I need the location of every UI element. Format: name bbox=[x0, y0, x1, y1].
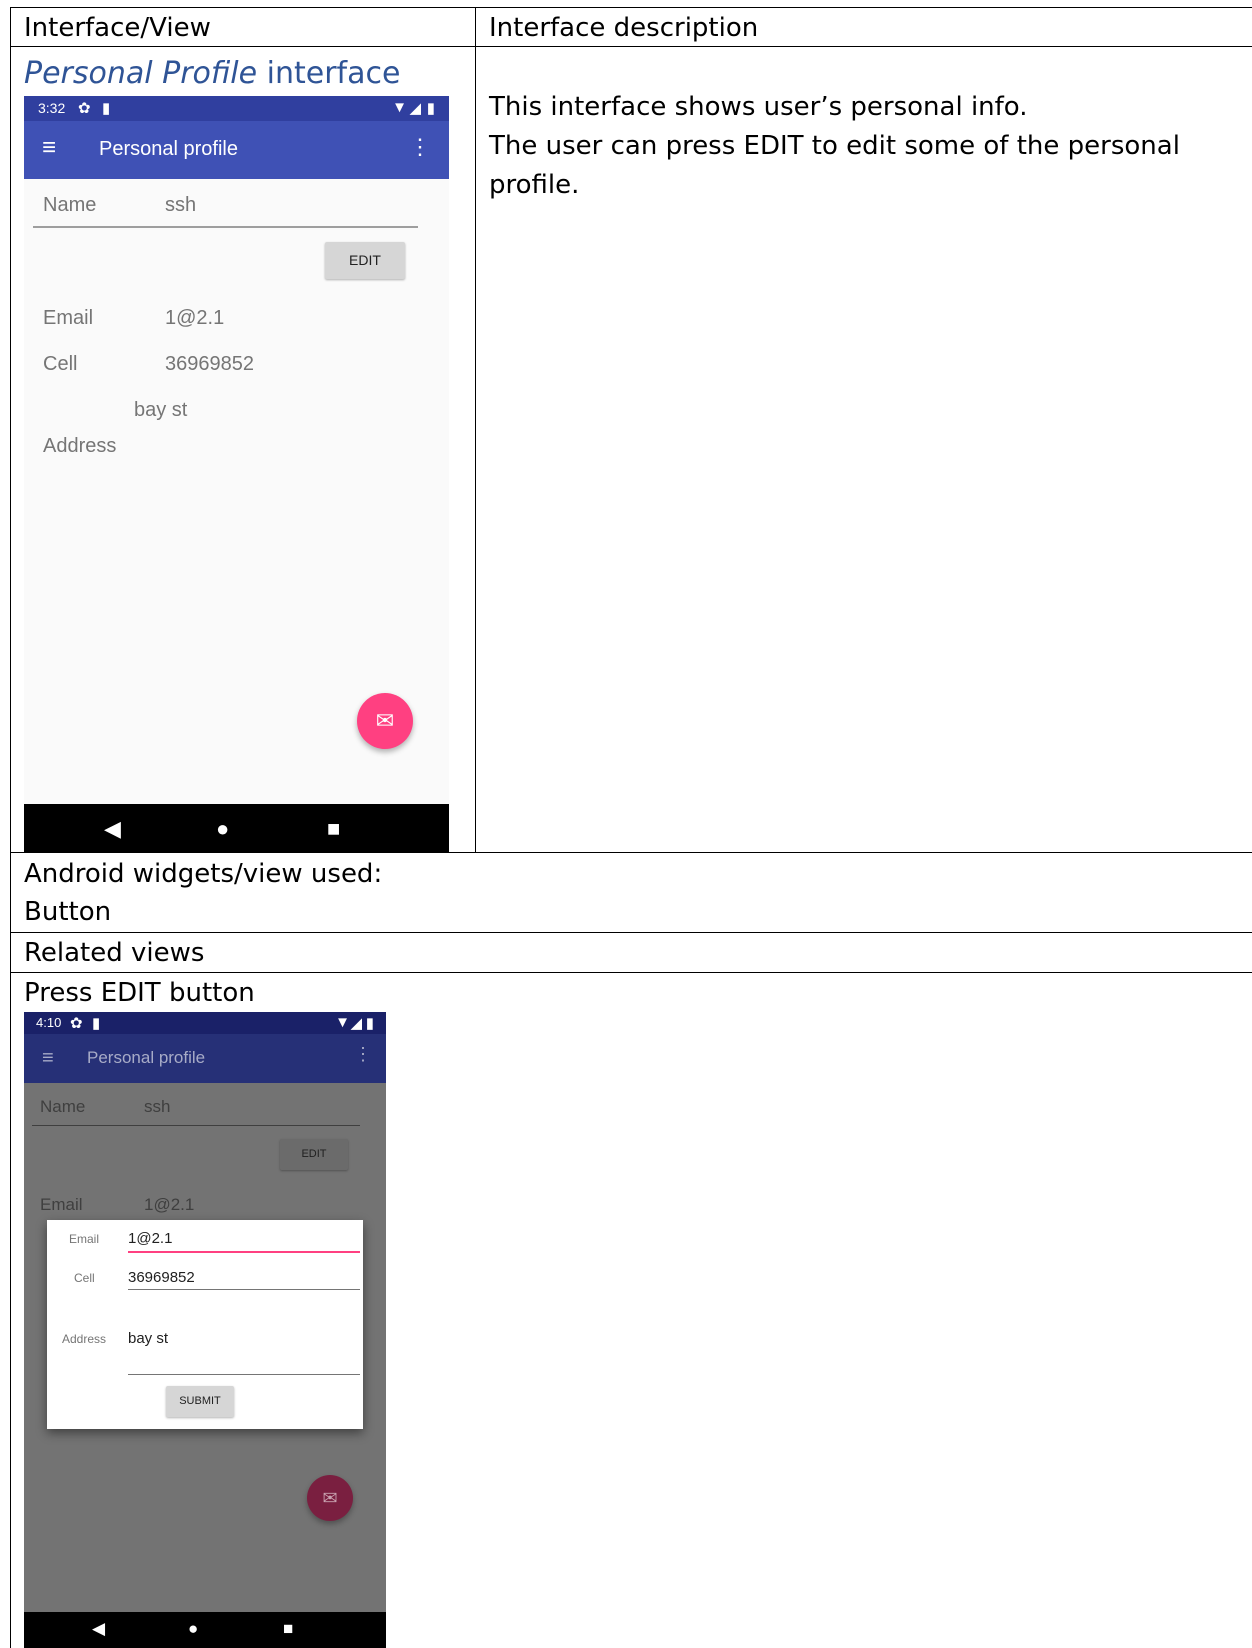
email-value-bg: 1@2.1 bbox=[144, 1195, 195, 1214]
name-underline bbox=[32, 1125, 360, 1126]
app-bar-title: Personal profile bbox=[99, 138, 238, 160]
recents-icon[interactable]: ■ bbox=[283, 1619, 293, 1639]
dialog-email-label: Email bbox=[69, 1232, 100, 1246]
edit-dialog: Email 1@2.1 Cell 36969852 Address bay st… bbox=[47, 1220, 363, 1429]
dialog-address-label: Address bbox=[62, 1332, 107, 1346]
interface-title: Personal Profile interface bbox=[24, 54, 400, 94]
submit-button[interactable]: SUBMIT bbox=[166, 1386, 234, 1417]
screenshot-personal-profile: 3:32 ✿ ▮ ▼ ◢ ▮ ≡ Personal profile ⋮ Name… bbox=[24, 96, 449, 852]
nav-bar: ◀ ● ■ bbox=[24, 804, 449, 852]
interface-title-rest: interface bbox=[257, 56, 401, 91]
home-icon[interactable]: ● bbox=[216, 816, 229, 842]
back-icon[interactable]: ◀ bbox=[104, 816, 121, 842]
widgets-used-value: Button bbox=[24, 897, 112, 927]
battery-icon: ▮ bbox=[365, 1015, 374, 1032]
home-icon[interactable]: ● bbox=[188, 1619, 198, 1639]
menu-icon[interactable]: ≡ bbox=[42, 136, 56, 160]
app-bar: ≡ Personal profile ⋮ bbox=[24, 121, 449, 179]
related-views-label: Related views bbox=[24, 938, 205, 968]
table-border-row2 bbox=[10, 932, 1252, 933]
sd-card-icon: ▮ bbox=[102, 100, 111, 117]
description-line-1: This interface shows user’s personal inf… bbox=[489, 92, 1028, 122]
battery-icon: ▮ bbox=[426, 100, 435, 117]
table-border-left bbox=[10, 7, 11, 1648]
more-vert-icon[interactable]: ⋮ bbox=[354, 1044, 372, 1065]
table-column-divider bbox=[475, 7, 476, 852]
name-value: ssh bbox=[165, 194, 197, 216]
table-border-row3 bbox=[10, 972, 1252, 973]
mail-fab-button[interactable]: ✉ bbox=[357, 693, 413, 749]
cell-value: 36969852 bbox=[165, 353, 254, 375]
nav-bar: ◀ ● ■ bbox=[24, 1612, 386, 1648]
dialog-cell-field[interactable]: 36969852 bbox=[128, 1269, 195, 1286]
status-bar: 4:10 ✿ ▮ ▼ ◢ ▮ bbox=[24, 1012, 386, 1034]
address-label: Address bbox=[43, 435, 117, 457]
cell-label: Cell bbox=[43, 353, 78, 375]
email-label: Email bbox=[43, 307, 94, 329]
interface-title-italic: Personal Profile bbox=[24, 56, 258, 91]
status-bar: 3:32 ✿ ▮ ▼ ◢ ▮ bbox=[24, 96, 449, 121]
related-view-caption: Press EDIT button bbox=[24, 978, 255, 1008]
mail-icon: ✉ bbox=[322, 1488, 338, 1508]
table-border-top bbox=[10, 7, 1252, 8]
status-time: 4:10 bbox=[36, 1015, 62, 1030]
email-field-underline bbox=[128, 1251, 360, 1253]
dialog-address-field[interactable]: bay st bbox=[128, 1330, 168, 1347]
gear-icon: ✿ bbox=[78, 100, 91, 117]
wifi-icon: ▼ bbox=[335, 1014, 350, 1031]
dialog-email-field[interactable]: 1@2.1 bbox=[128, 1230, 172, 1247]
header-interface-view: Interface/View bbox=[24, 13, 211, 43]
interface-description: This interface shows user’s personal inf… bbox=[489, 88, 1229, 205]
status-time: 3:32 bbox=[38, 100, 66, 116]
screenshot-edit-dialog: 4:10 ✿ ▮ ▼ ◢ ▮ ≡ Personal profile ⋮ Name… bbox=[24, 1012, 386, 1648]
email-value: 1@2.1 bbox=[165, 307, 225, 329]
app-bar: ≡ Personal profile ⋮ bbox=[24, 1034, 386, 1083]
gear-icon: ✿ bbox=[70, 1015, 83, 1032]
description-line-2: The user can press EDIT to edit some of … bbox=[489, 131, 1180, 200]
name-value: ssh bbox=[144, 1097, 171, 1116]
mail-icon: ✉ bbox=[375, 708, 395, 733]
table-border-row1 bbox=[10, 852, 1252, 853]
header-interface-description: Interface description bbox=[489, 13, 759, 43]
menu-icon[interactable]: ≡ bbox=[42, 1046, 54, 1070]
edit-button[interactable]: EDIT bbox=[325, 242, 405, 279]
address-field-underline bbox=[128, 1374, 360, 1375]
mail-fab-button[interactable]: ✉ bbox=[307, 1475, 353, 1521]
more-vert-icon[interactable]: ⋮ bbox=[409, 134, 431, 160]
app-bar-title: Personal profile bbox=[87, 1048, 206, 1067]
address-value: bay st bbox=[134, 399, 188, 421]
name-label: Name bbox=[40, 1097, 86, 1116]
widgets-used-label: Android widgets/view used: bbox=[24, 859, 383, 889]
name-label: Name bbox=[43, 194, 97, 216]
wifi-icon: ▼ bbox=[392, 99, 407, 116]
signal-icon: ◢ bbox=[350, 1015, 362, 1032]
recents-icon[interactable]: ■ bbox=[327, 816, 340, 842]
email-label-bg: Email bbox=[40, 1195, 83, 1214]
back-icon[interactable]: ◀ bbox=[92, 1619, 105, 1639]
name-underline bbox=[33, 226, 418, 228]
dialog-cell-label: Cell bbox=[74, 1271, 95, 1285]
edit-button[interactable]: EDIT bbox=[280, 1139, 348, 1170]
cell-field-underline bbox=[128, 1289, 360, 1290]
sd-card-icon: ▮ bbox=[92, 1015, 101, 1032]
document: Interface/View Interface description Per… bbox=[0, 0, 1252, 1648]
signal-icon: ◢ bbox=[409, 100, 421, 117]
